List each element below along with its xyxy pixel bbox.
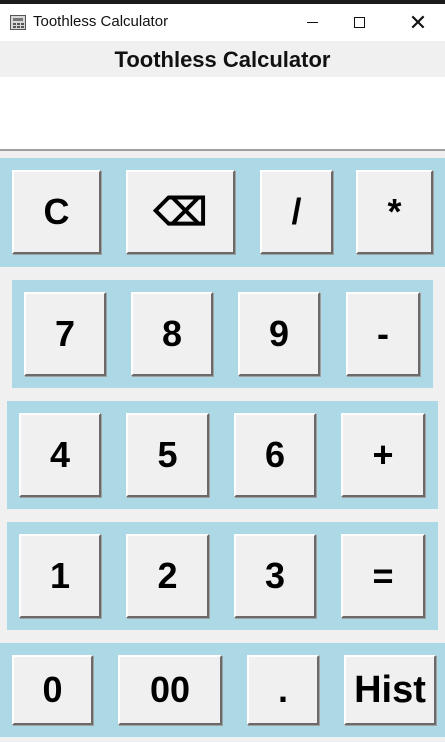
app-heading: Toothless Calculator [114, 47, 331, 72]
double-zero-button[interactable]: 00 [118, 655, 222, 725]
multiply-button[interactable]: * [356, 170, 433, 254]
digit-5-button[interactable]: 5 [126, 413, 209, 497]
title-bar: Toothless Calculator ✕ [0, 4, 445, 41]
heading-band: Toothless Calculator [0, 41, 445, 77]
keypad-row-2: 7 8 9 - [12, 280, 433, 388]
digit-8-button[interactable]: 8 [131, 292, 213, 376]
calculator-app-icon [10, 15, 26, 30]
minimize-icon [306, 22, 318, 23]
digit-7-button[interactable]: 7 [24, 292, 106, 376]
keypad-row-5: 0 00 . Hist [0, 643, 445, 737]
add-button[interactable]: + [341, 413, 425, 497]
history-button[interactable]: Hist [344, 655, 436, 725]
minimize-button[interactable] [289, 4, 335, 41]
digit-9-button[interactable]: 9 [238, 292, 320, 376]
equals-button[interactable]: = [341, 534, 425, 618]
decimal-point-button[interactable]: . [247, 655, 319, 725]
maximize-icon [353, 17, 365, 28]
keypad-row-4: 1 2 3 = [7, 522, 438, 630]
digit-3-button[interactable]: 3 [234, 534, 316, 618]
keypad-row-1: C ⌫ / * [0, 158, 445, 267]
maximize-button[interactable] [336, 4, 382, 41]
keypad-row-3: 4 5 6 + [7, 401, 438, 509]
digit-1-button[interactable]: 1 [19, 534, 101, 618]
digit-6-button[interactable]: 6 [234, 413, 316, 497]
digit-4-button[interactable]: 4 [19, 413, 101, 497]
close-icon: ✕ [408, 9, 428, 35]
subtract-button[interactable]: - [346, 292, 420, 376]
window-title: Toothless Calculator [33, 13, 169, 30]
close-button[interactable]: ✕ [395, 4, 441, 41]
clear-button[interactable]: C [12, 170, 101, 254]
digit-2-button[interactable]: 2 [126, 534, 209, 618]
digit-0-button[interactable]: 0 [12, 655, 93, 725]
calculator-display [0, 77, 445, 151]
backspace-button[interactable]: ⌫ [126, 170, 235, 254]
divide-button[interactable]: / [260, 170, 333, 254]
